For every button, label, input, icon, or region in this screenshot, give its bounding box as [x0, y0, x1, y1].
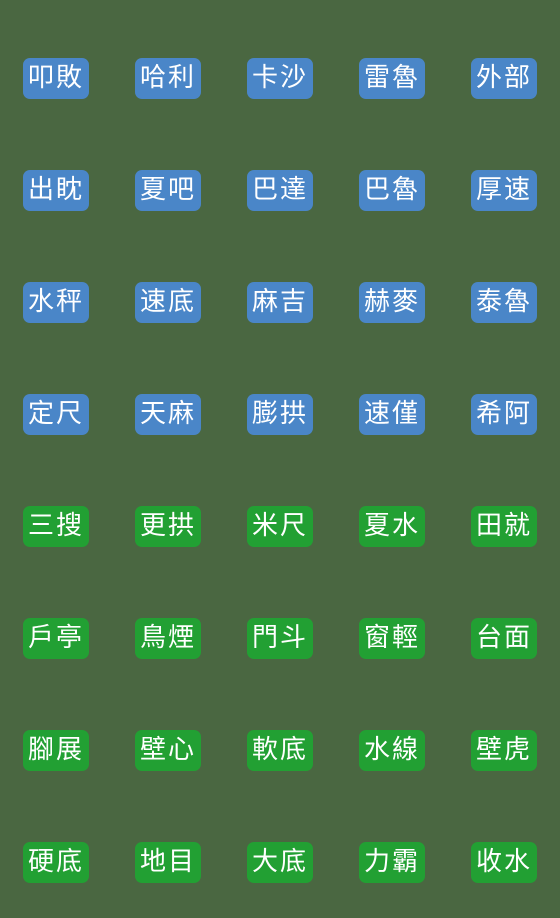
sticker-tile[interactable]: 戶亭 [22, 617, 89, 659]
sticker-tile[interactable]: 卡沙 [246, 57, 313, 99]
sticker-tile[interactable]: 窗輕 [358, 617, 425, 659]
sticker-sheet-grid: 叩敗 哈利 卡沙 雷魯 外部出眈 夏吧 巴達 巴魯 厚速水秤 速底 麻吉 赫麥 泰魯定尺 天麻 膨拱 速僅 希阿… [0, 0, 560, 896]
sticker-cell: 卡沙 [224, 22, 336, 134]
sticker-tile[interactable]: 腳展 [22, 729, 89, 771]
sticker-tile[interactable]: 麻吉 [246, 281, 313, 323]
sticker-cell: 水秤 [0, 246, 112, 358]
sticker-cell: 田就 [448, 470, 560, 582]
sticker-cell: 腳展 [0, 694, 112, 806]
sticker-cell: 厚速 [448, 134, 560, 246]
sticker-cell: 速僅 [336, 358, 448, 470]
sticker-tile[interactable]: 巴達 [246, 169, 313, 211]
sticker-cell: 門斗 [224, 582, 336, 694]
sticker-tile[interactable]: 希阿 [470, 393, 537, 435]
sticker-tile[interactable]: 哈利 [134, 57, 201, 99]
sticker-tile[interactable]: 三搜 [22, 505, 89, 547]
sticker-tile[interactable]: 雷魯 [358, 57, 425, 99]
sticker-tile[interactable]: 米尺 [246, 505, 313, 547]
sticker-cell: 硬底 [0, 806, 112, 918]
sticker-tile[interactable]: 水線 [358, 729, 425, 771]
sticker-cell: 大底 [224, 806, 336, 918]
sticker-cell: 三搜 [0, 470, 112, 582]
sticker-tile[interactable]: 速僅 [358, 393, 425, 435]
sticker-cell: 台面 [448, 582, 560, 694]
sticker-tile[interactable]: 力霸 [358, 841, 425, 883]
sticker-cell: 水線 [336, 694, 448, 806]
sticker-cell: 收水 [448, 806, 560, 918]
sticker-tile[interactable]: 速底 [134, 281, 201, 323]
sticker-cell: 膨拱 [224, 358, 336, 470]
sticker-tile[interactable]: 門斗 [246, 617, 313, 659]
sticker-cell: 更拱 [112, 470, 224, 582]
sticker-cell: 外部 [448, 22, 560, 134]
sticker-cell: 地目 [112, 806, 224, 918]
sticker-cell: 天麻 [112, 358, 224, 470]
sticker-tile[interactable]: 更拱 [134, 505, 201, 547]
sticker-cell: 壁心 [112, 694, 224, 806]
sticker-cell: 定尺 [0, 358, 112, 470]
sticker-cell: 麻吉 [224, 246, 336, 358]
sticker-tile[interactable]: 硬底 [22, 841, 89, 883]
sticker-cell: 巴達 [224, 134, 336, 246]
sticker-tile[interactable]: 水秤 [22, 281, 89, 323]
sticker-cell: 速底 [112, 246, 224, 358]
sticker-tile[interactable]: 收水 [470, 841, 537, 883]
sticker-tile[interactable]: 台面 [470, 617, 537, 659]
sticker-cell: 雷魯 [336, 22, 448, 134]
sticker-cell: 力霸 [336, 806, 448, 918]
sticker-tile[interactable]: 外部 [470, 57, 537, 99]
sticker-tile[interactable]: 叩敗 [22, 57, 89, 99]
sticker-cell: 赫麥 [336, 246, 448, 358]
sticker-cell: 巴魯 [336, 134, 448, 246]
sticker-cell: 泰魯 [448, 246, 560, 358]
sticker-cell: 希阿 [448, 358, 560, 470]
sticker-tile[interactable]: 厚速 [470, 169, 537, 211]
sticker-tile[interactable]: 大底 [246, 841, 313, 883]
sticker-cell: 出眈 [0, 134, 112, 246]
sticker-tile[interactable]: 膨拱 [246, 393, 313, 435]
sticker-cell: 叩敗 [0, 22, 112, 134]
sticker-tile[interactable]: 壁心 [134, 729, 201, 771]
sticker-tile[interactable]: 赫麥 [358, 281, 425, 323]
sticker-tile[interactable]: 定尺 [22, 393, 89, 435]
sticker-cell: 夏吧 [112, 134, 224, 246]
sticker-cell: 哈利 [112, 22, 224, 134]
sticker-tile[interactable]: 夏水 [358, 505, 425, 547]
sticker-tile[interactable]: 地目 [134, 841, 201, 883]
sticker-tile[interactable]: 天麻 [134, 393, 201, 435]
sticker-tile[interactable]: 壁虎 [470, 729, 537, 771]
sticker-tile[interactable]: 泰魯 [470, 281, 537, 323]
sticker-tile[interactable]: 出眈 [22, 169, 89, 211]
sticker-cell: 夏水 [336, 470, 448, 582]
sticker-cell: 戶亭 [0, 582, 112, 694]
sticker-tile[interactable]: 軟底 [246, 729, 313, 771]
sticker-tile[interactable]: 夏吧 [134, 169, 201, 211]
sticker-cell: 鳥煙 [112, 582, 224, 694]
sticker-cell: 米尺 [224, 470, 336, 582]
sticker-tile[interactable]: 鳥煙 [134, 617, 201, 659]
sticker-cell: 軟底 [224, 694, 336, 806]
sticker-cell: 窗輕 [336, 582, 448, 694]
sticker-tile[interactable]: 巴魯 [358, 169, 425, 211]
sticker-cell: 壁虎 [448, 694, 560, 806]
sticker-tile[interactable]: 田就 [470, 505, 537, 547]
